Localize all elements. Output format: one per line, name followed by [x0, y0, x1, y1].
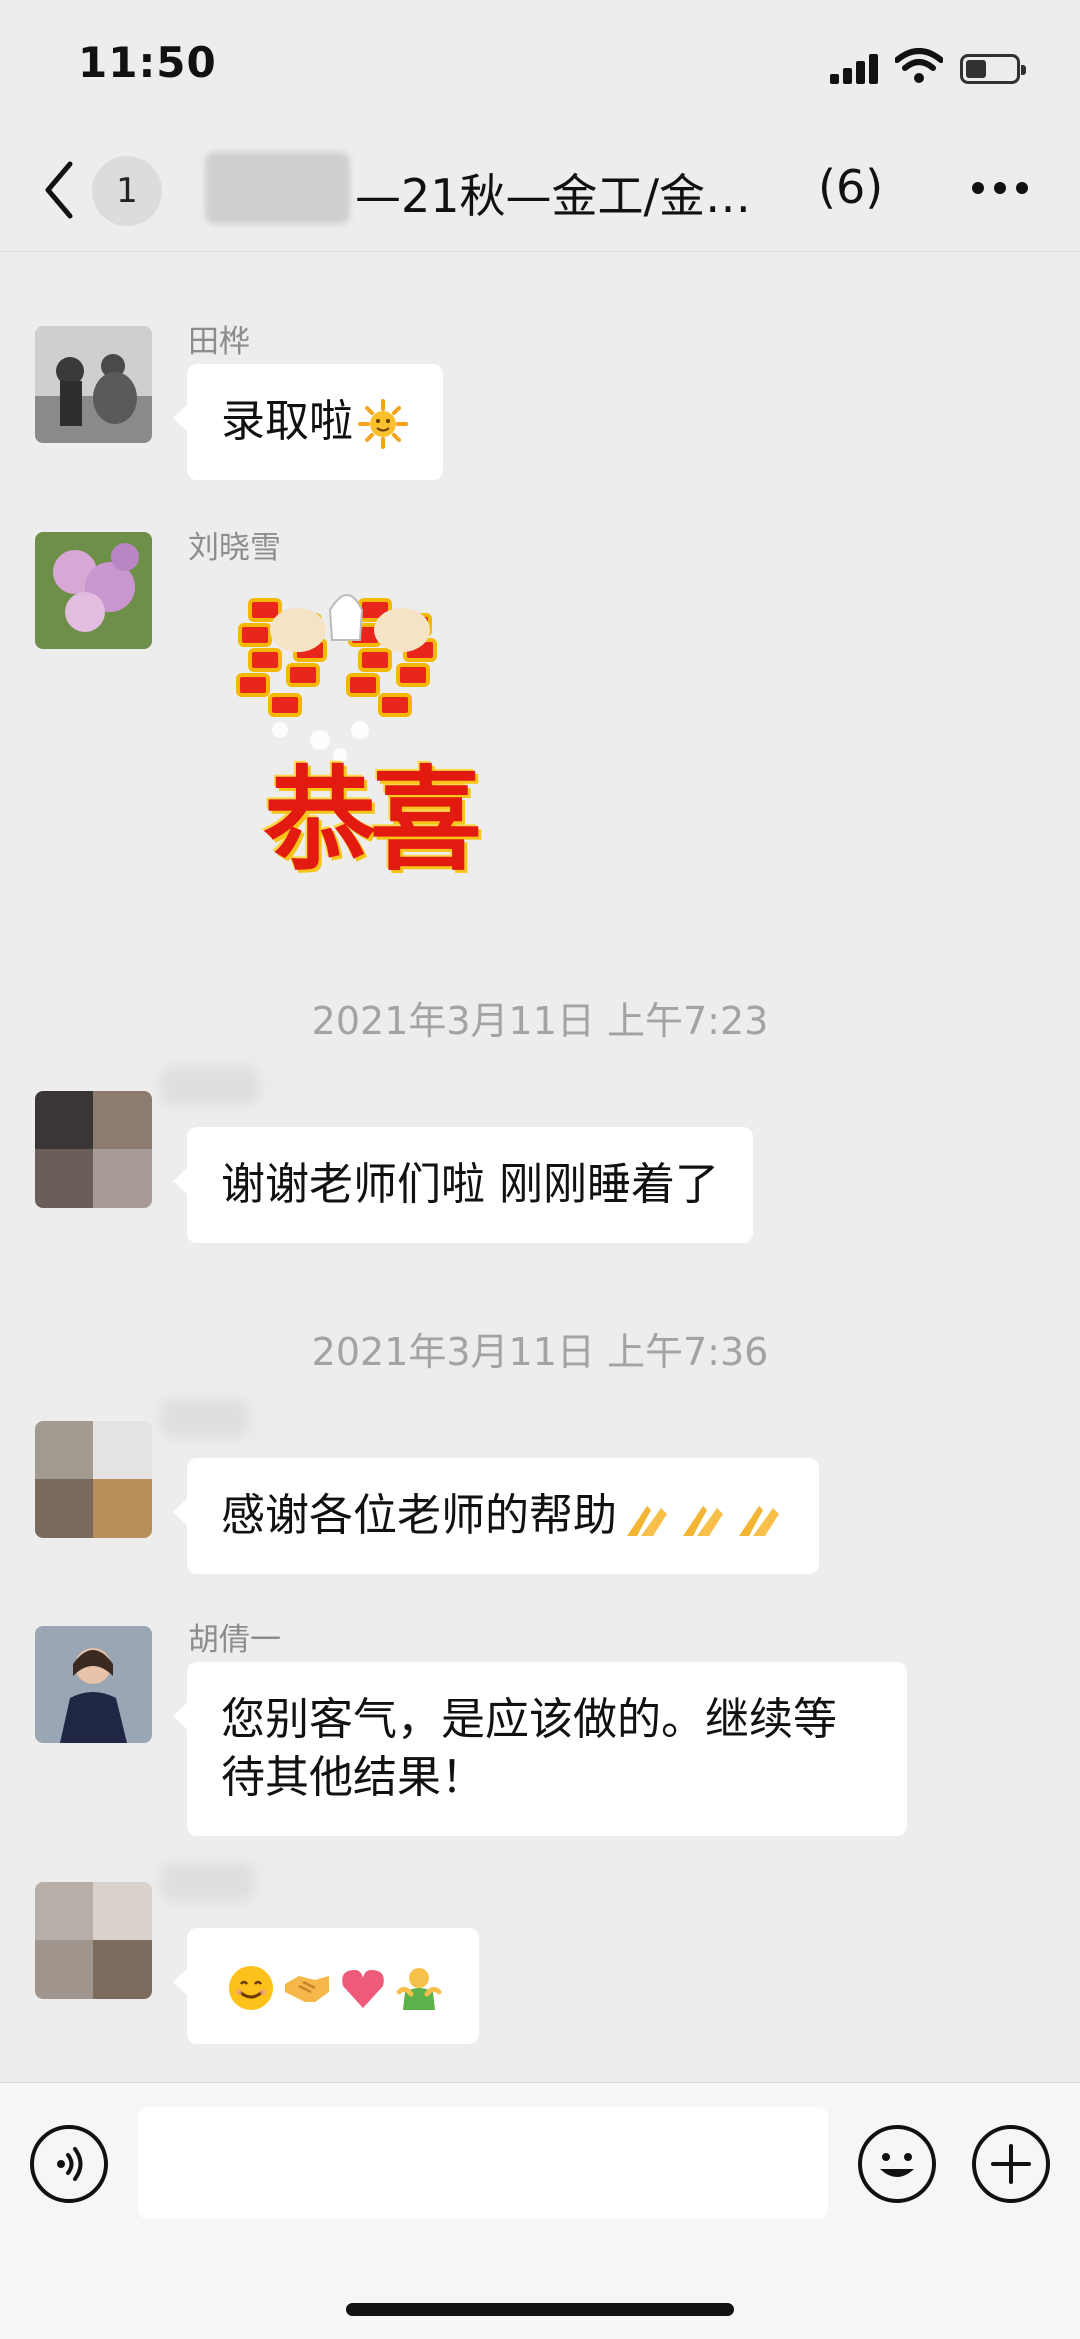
chat-title-text: —21秋—金工/金… — [355, 169, 752, 223]
hug-emoji-icon — [396, 1968, 442, 2010]
message-bubble[interactable]: 谢谢老师们啦 刚刚睡着了 — [173, 1127, 753, 1243]
status-time: 11:50 — [78, 38, 217, 87]
praying-hands-icon — [627, 1506, 667, 1536]
smile-emoji-icon — [229, 1966, 273, 2010]
clipped-timestamp — [300, 230, 780, 252]
avatar[interactable] — [35, 1626, 152, 1743]
avatar[interactable] — [35, 1421, 152, 1538]
input-bar — [0, 2082, 1080, 2339]
praying-hands-icon — [683, 1506, 723, 1536]
message-bubble[interactable] — [173, 1928, 479, 2044]
sticker-text: 恭喜 — [264, 755, 482, 886]
message-text: 您别客气，是应该做的。继续等待其他结果！ — [221, 1694, 837, 1803]
voice-icon[interactable] — [30, 2125, 108, 2203]
praying-hands-icon — [739, 1506, 779, 1536]
avatar[interactable] — [35, 1882, 152, 1999]
wifi-icon — [895, 48, 943, 83]
status-bar: 11:50 — [0, 0, 1080, 130]
sticker-image[interactable]: 恭喜 — [210, 570, 530, 910]
signal-icon — [830, 54, 882, 84]
chat-title[interactable]: —21秋—金工/金… — [205, 160, 765, 226]
message-bubble[interactable]: 录取啦 — [173, 364, 443, 480]
avatar[interactable] — [35, 1091, 152, 1208]
sender-name-redaction — [160, 1066, 260, 1106]
home-indicator[interactable] — [346, 2303, 734, 2316]
message-text: 录取啦 — [221, 396, 353, 447]
timestamp: 2021年3月11日 上午7:23 — [311, 999, 769, 1043]
sender-name: 田桦 — [188, 324, 250, 360]
message-input[interactable] — [138, 2107, 828, 2219]
sender-name-redaction — [160, 1862, 255, 1902]
sender-name-redaction — [160, 1398, 250, 1438]
message-bubble[interactable]: 感谢各位老师的帮助 — [173, 1458, 819, 1574]
battery-icon — [960, 54, 1026, 84]
more-icon[interactable] — [972, 182, 1028, 196]
avatar[interactable] — [35, 326, 152, 443]
sender-name: 刘晓雪 — [188, 530, 281, 566]
smiley-icon[interactable] — [858, 2125, 936, 2203]
sender-name: 胡倩一 — [188, 1622, 281, 1658]
handshake-emoji-icon — [285, 1976, 329, 2002]
message-text: 感谢各位老师的帮助 — [221, 1490, 617, 1541]
plus-icon[interactable] — [972, 2125, 1050, 2203]
timestamp: 2021年3月11日 上午7:36 — [311, 1330, 769, 1374]
message-bubble[interactable]: 您别客气，是应该做的。继续等待其他结果！ — [173, 1662, 907, 1836]
chevron-left-icon[interactable] — [40, 158, 80, 222]
avatar[interactable] — [35, 532, 152, 649]
sun-emoji-icon — [358, 399, 408, 449]
member-count: (6) — [818, 160, 884, 214]
message-text: 谢谢老师们啦 刚刚睡着了 — [221, 1159, 719, 1210]
heart-emoji-icon — [342, 1970, 384, 2008]
unread-badge[interactable]: 1 — [92, 156, 162, 226]
